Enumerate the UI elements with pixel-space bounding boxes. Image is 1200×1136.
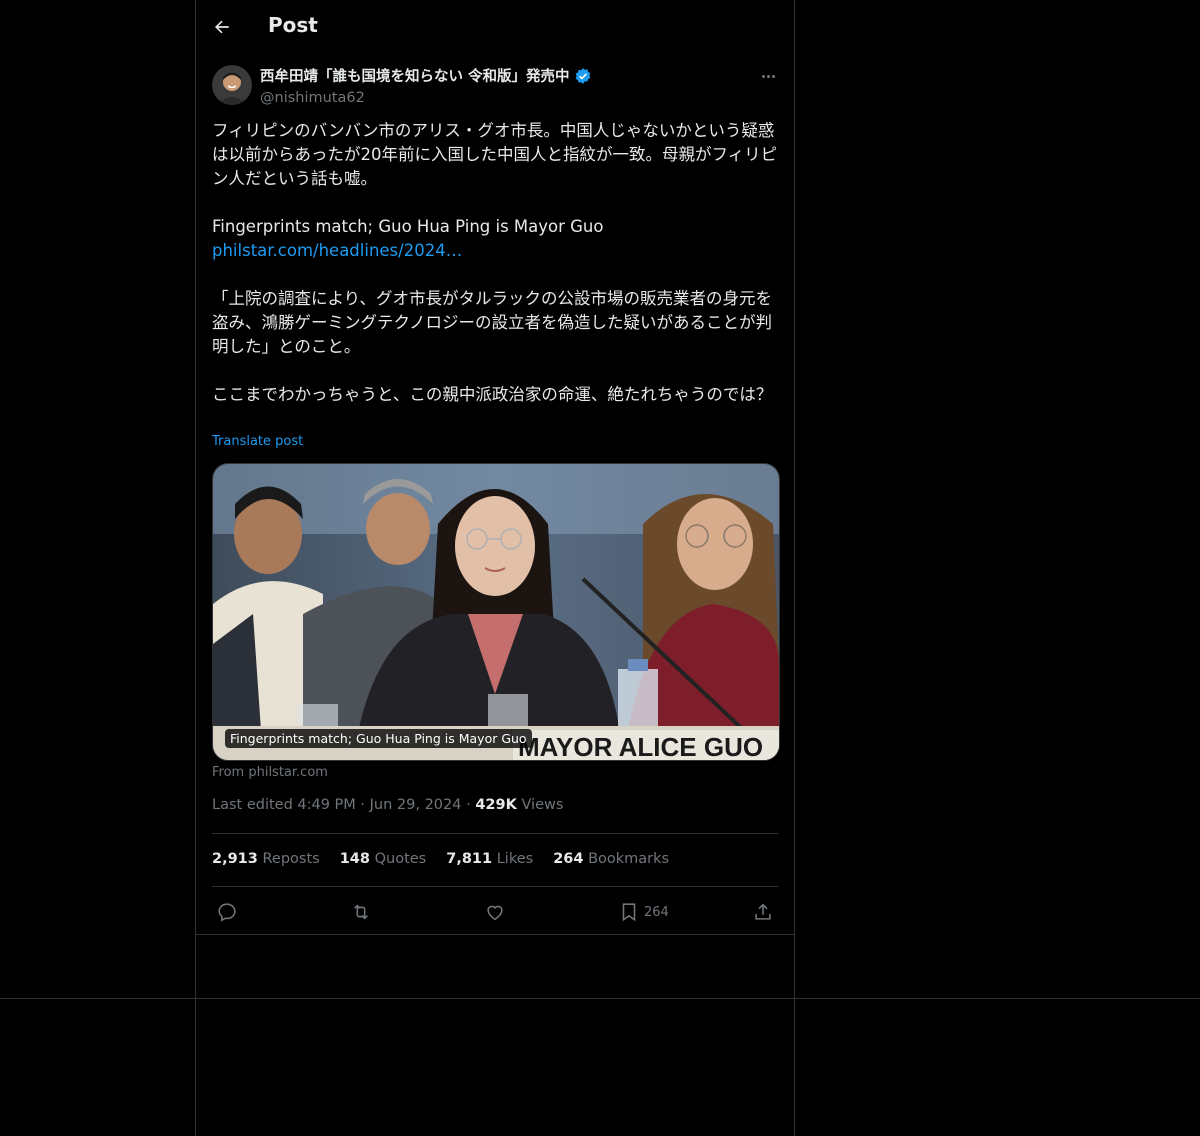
avatar[interactable] bbox=[212, 65, 252, 105]
divider bbox=[212, 886, 778, 887]
header: Post bbox=[196, 0, 794, 54]
bookmark-count: 264 bbox=[644, 904, 669, 920]
post-text: フィリピンのバンバン市のアリス・グオ市長。中国人じゃないかという疑惑は以前からあ… bbox=[212, 119, 780, 407]
like-icon bbox=[487, 905, 503, 921]
reposts-stat[interactable]: 2,913 Reposts bbox=[212, 851, 320, 867]
reply-icon bbox=[218, 903, 236, 922]
author-handle[interactable]: @nishimuta62 bbox=[260, 90, 592, 106]
like-button[interactable] bbox=[484, 898, 506, 926]
media-source[interactable]: From philstar.com bbox=[212, 765, 328, 780]
page-divider bbox=[0, 998, 1200, 999]
engagement-stats: 2,913 Reposts 148 Quotes 7,811 Likes 264… bbox=[212, 851, 669, 867]
right-column-border bbox=[794, 0, 795, 1136]
more-icon bbox=[761, 74, 765, 78]
bookmarks-stat[interactable]: 264 Bookmarks bbox=[553, 851, 669, 867]
page-title: Post bbox=[268, 13, 318, 37]
post-paragraph: フィリピンのバンバン市のアリス・グオ市長。中国人じゃないかという疑惑は以前からあ… bbox=[212, 121, 778, 188]
more-button[interactable] bbox=[756, 66, 780, 86]
news-photo: MAYOR ALICE GUO bbox=[213, 464, 779, 760]
post-paragraph: 「上院の調査により、グオ市長がタルラックの公設市場の販売業者の身元を盗み、鴻勝ゲ… bbox=[212, 289, 773, 356]
nameplate-text: MAYOR ALICE GUO bbox=[518, 732, 763, 760]
author-name-row[interactable]: 西牟田靖「誰も国境を知らない 令和版」発売中 bbox=[260, 65, 592, 86]
media-caption: Fingerprints match; Guo Hua Ping is Mayo… bbox=[225, 729, 532, 748]
post-paragraph: Fingerprints match; Guo Hua Ping is Mayo… bbox=[212, 217, 604, 236]
share-button[interactable] bbox=[752, 898, 774, 926]
views-label: Views bbox=[521, 797, 564, 813]
repost-icon bbox=[354, 904, 368, 920]
post-meta: Last edited 4:49 PM · Jun 29, 2024 · 429… bbox=[212, 797, 564, 813]
views-count: 429K bbox=[475, 797, 517, 813]
share-icon bbox=[755, 903, 771, 920]
action-bar: 264 bbox=[212, 898, 778, 926]
likes-stat[interactable]: 7,811 Likes bbox=[446, 851, 533, 867]
divider bbox=[212, 833, 778, 834]
link-card-image[interactable]: MAYOR ALICE GUO Fingerprints match; Guo … bbox=[212, 463, 780, 761]
edited-timestamp[interactable]: Last edited 4:49 PM bbox=[212, 797, 356, 813]
post-date[interactable]: Jun 29, 2024 bbox=[370, 797, 462, 813]
article-link[interactable]: philstar.com/headlines/2024… bbox=[212, 241, 462, 260]
verified-badge-icon bbox=[575, 67, 590, 84]
post-column: Post 西牟田靖「誰も国境を知らない 令和版」発売中 @nishimuta62… bbox=[196, 0, 794, 935]
translate-post-link[interactable]: Translate post bbox=[212, 434, 303, 449]
author-display-name: 西牟田靖「誰も国境を知らない 令和版」発売中 bbox=[260, 69, 570, 85]
bookmark-icon bbox=[622, 903, 636, 922]
quotes-stat[interactable]: 148 Quotes bbox=[340, 851, 427, 867]
post-paragraph: ここまでわかっちゃうと、この親中派政治家の命運、絶たれちゃうのでは？ bbox=[212, 385, 773, 404]
author-info: 西牟田靖「誰も国境を知らない 令和版」発売中 @nishimuta62 bbox=[260, 65, 592, 106]
back-button[interactable] bbox=[206, 11, 238, 43]
bookmark-button[interactable]: 264 bbox=[618, 898, 669, 926]
back-arrow-icon bbox=[215, 20, 229, 34]
repost-button[interactable] bbox=[350, 898, 372, 926]
reply-button[interactable] bbox=[216, 898, 238, 926]
